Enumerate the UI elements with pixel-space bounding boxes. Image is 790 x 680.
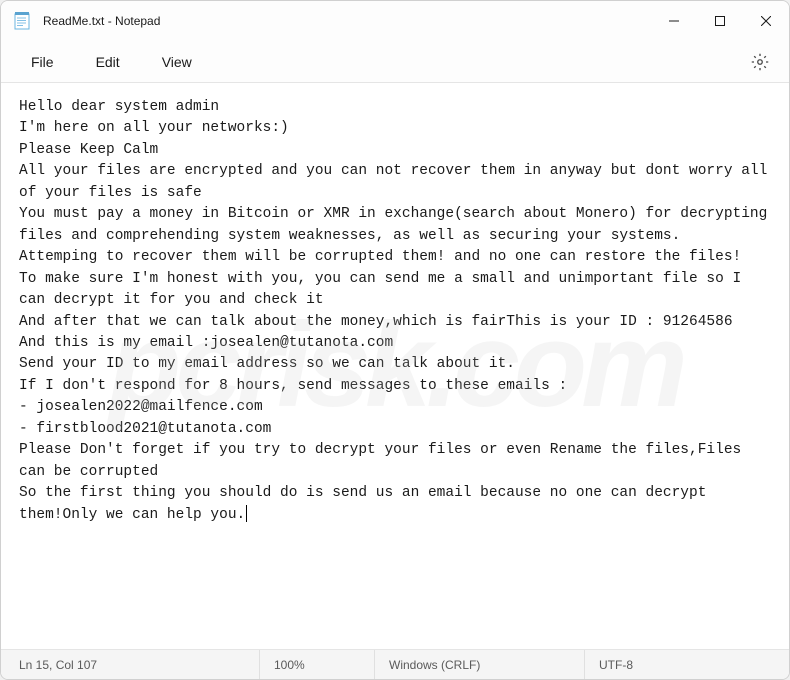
status-line-ending: Windows (CRLF) <box>375 650 585 679</box>
status-position: Ln 15, Col 107 <box>5 650 260 679</box>
text-editor[interactable]: pcrisk.comHello dear system admin I'm he… <box>1 83 789 649</box>
close-button[interactable] <box>743 1 789 41</box>
editor-content: Hello dear system admin I'm here on all … <box>19 99 776 523</box>
window-title: ReadMe.txt - Notepad <box>43 14 160 28</box>
notepad-icon <box>13 11 31 31</box>
text-cursor <box>246 505 247 522</box>
maximize-button[interactable] <box>697 1 743 41</box>
menu-edit[interactable]: Edit <box>78 48 138 76</box>
status-zoom: 100% <box>260 650 375 679</box>
status-encoding: UTF-8 <box>585 650 785 679</box>
statusbar: Ln 15, Col 107 100% Windows (CRLF) UTF-8 <box>1 649 789 679</box>
menu-view[interactable]: View <box>144 48 210 76</box>
titlebar: ReadMe.txt - Notepad <box>1 1 789 41</box>
minimize-button[interactable] <box>651 1 697 41</box>
menu-file[interactable]: File <box>13 48 72 76</box>
settings-button[interactable] <box>743 45 777 79</box>
menubar: File Edit View <box>1 41 789 83</box>
notepad-window: ReadMe.txt - Notepad File Edit View pcri… <box>0 0 790 680</box>
window-controls <box>651 1 789 41</box>
